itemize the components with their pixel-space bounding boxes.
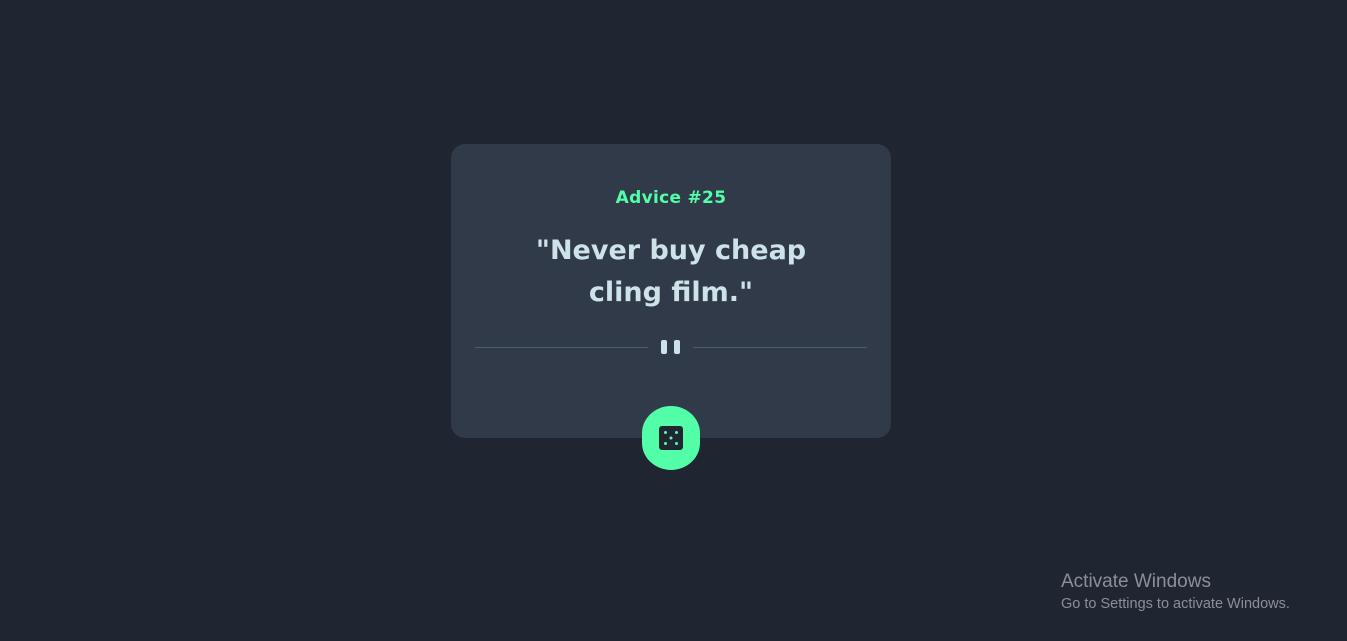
- advice-id: Advice #25: [615, 188, 727, 208]
- page: Advice #25 "Never buy cheap cling film."…: [0, 0, 1347, 641]
- advice-card: Advice #25 "Never buy cheap cling film.": [451, 144, 891, 438]
- dice-icon: [659, 426, 683, 450]
- new-advice-button[interactable]: [642, 406, 700, 470]
- advice-text: "Never buy cheap cling film.": [535, 235, 807, 308]
- pattern-divider: [475, 339, 867, 355]
- pause-icon: [661, 340, 681, 354]
- divider-line-right: [693, 347, 867, 348]
- windows-activation-subtitle: Go to Settings to activate Windows.: [1061, 596, 1290, 612]
- windows-activation-title: Activate Windows: [1061, 571, 1211, 592]
- divider-line-left: [475, 347, 648, 348]
